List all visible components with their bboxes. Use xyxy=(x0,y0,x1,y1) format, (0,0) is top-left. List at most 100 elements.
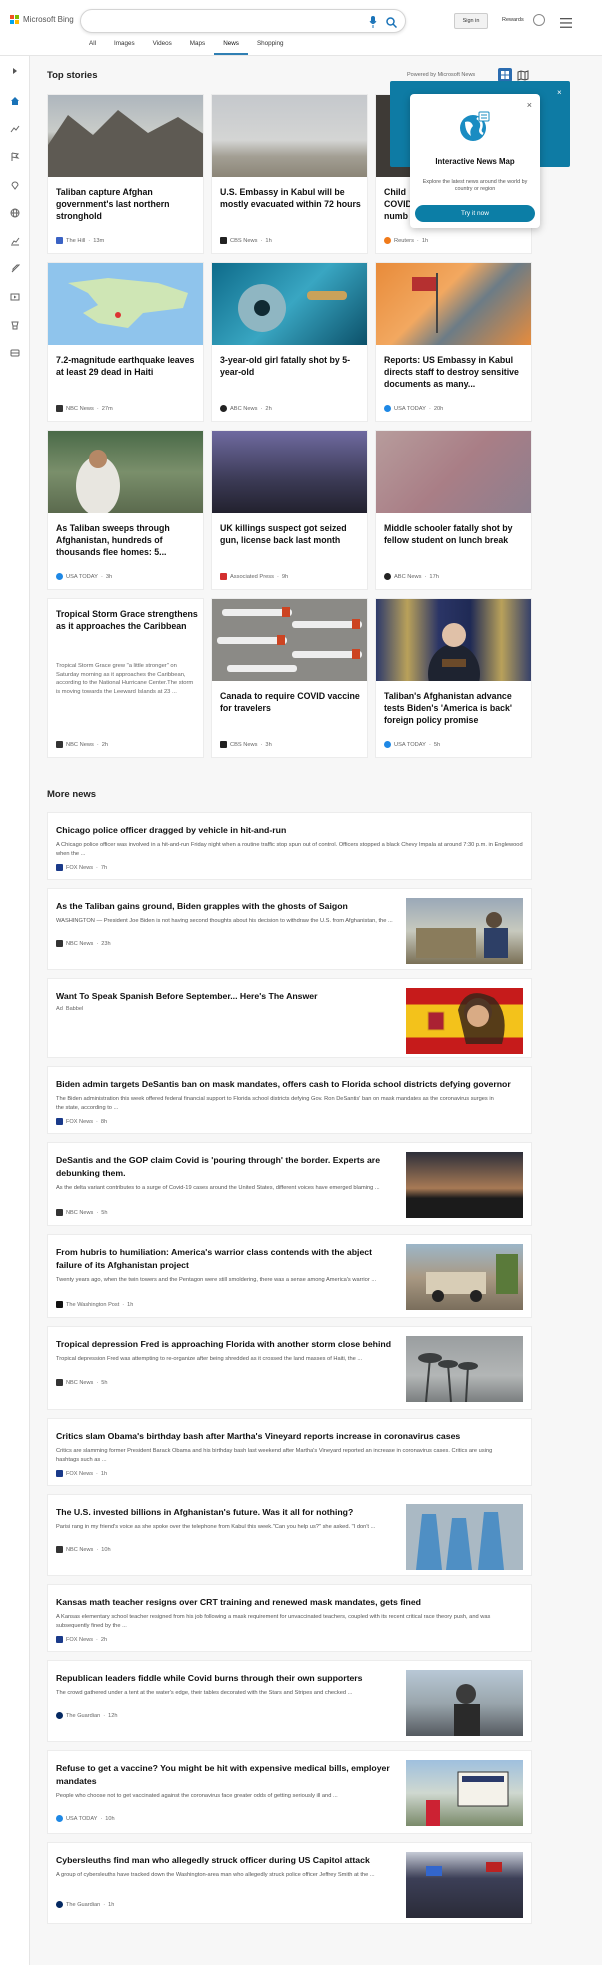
story-source: USA TODAY · 20h xyxy=(384,405,443,412)
news-title[interactable]: Cybersleuths find man who allegedly stru… xyxy=(56,1854,396,1867)
try-it-now-button[interactable]: Try it now xyxy=(415,205,535,222)
story-card[interactable]: Taliban capture Afghan government's last… xyxy=(47,94,204,254)
sign-in-button[interactable]: Sign in xyxy=(454,13,488,29)
tab-maps[interactable]: Maps xyxy=(181,39,214,55)
news-title[interactable]: Chicago police officer dragged by vehicl… xyxy=(56,824,516,837)
flag-icon[interactable] xyxy=(10,152,20,162)
news-item[interactable]: Republican leaders fiddle while Covid bu… xyxy=(47,1660,532,1742)
story-title[interactable]: Tropical Storm Grace strengthens as it a… xyxy=(56,608,198,632)
popup-close-icon[interactable]: × xyxy=(527,100,532,110)
story-card[interactable]: U.S. Embassy in Kabul will be mostly eva… xyxy=(211,94,368,254)
news-description: A group of cybersleuths have tracked dow… xyxy=(56,1872,375,1878)
trending-icon[interactable] xyxy=(10,124,20,134)
tab-images[interactable]: Images xyxy=(105,39,144,55)
the-hill-logo-icon xyxy=(56,237,63,244)
story-title[interactable]: Taliban capture Afghan government's last… xyxy=(56,186,198,222)
story-title[interactable]: Reports: US Embassy in Kabul directs sta… xyxy=(384,354,526,390)
story-source: Reuters · 1h xyxy=(384,237,428,244)
news-item[interactable]: DeSantis and the GOP claim Covid is 'pou… xyxy=(47,1142,532,1226)
news-item[interactable]: From hubris to humiliation: America's wa… xyxy=(47,1234,532,1318)
news-item[interactable]: Refuse to get a vaccine? You might be hi… xyxy=(47,1750,532,1834)
rewards-link[interactable]: Rewards xyxy=(502,17,524,23)
story-card[interactable]: Tropical Storm Grace strengthens as it a… xyxy=(47,598,204,758)
search-icon[interactable] xyxy=(386,15,398,33)
news-source: FOX News · 7h xyxy=(56,864,107,871)
story-card[interactable]: UK killings suspect got seized gun, lice… xyxy=(211,430,368,590)
story-source: ABC News · 2h xyxy=(220,405,272,412)
news-source: NBC News · 10h xyxy=(56,1546,111,1553)
news-item[interactable]: Chicago police officer dragged by vehicl… xyxy=(47,812,532,880)
location-pin-icon[interactable] xyxy=(10,180,20,190)
story-title[interactable]: UK killings suspect got seized gun, lice… xyxy=(220,522,362,546)
entertainment-icon[interactable] xyxy=(10,292,20,302)
chart-icon[interactable] xyxy=(10,236,20,246)
story-title[interactable]: As Taliban sweeps through Afghanistan, h… xyxy=(56,522,198,558)
story-card[interactable]: Canada to require COVID vaccine for trav… xyxy=(211,598,368,758)
ad-item[interactable]: Want To Speak Spanish Before September..… xyxy=(47,978,532,1058)
news-title[interactable]: Republican leaders fiddle while Covid bu… xyxy=(56,1672,396,1685)
tab-all[interactable]: All xyxy=(80,39,105,55)
search-input[interactable] xyxy=(80,9,406,33)
news-title[interactable]: Tropical depression Fred is approaching … xyxy=(56,1338,396,1351)
story-title[interactable]: Taliban's Afghanistan advance tests Bide… xyxy=(384,690,526,726)
news-item[interactable]: Biden admin targets DeSantis ban on mask… xyxy=(47,1066,532,1134)
story-image-embassy xyxy=(376,263,531,345)
news-title[interactable]: Refuse to get a vaccine? You might be hi… xyxy=(56,1762,396,1788)
story-card[interactable]: 7.2-magnitude earthquake leaves at least… xyxy=(47,262,204,422)
banner-close-icon[interactable]: × xyxy=(557,88,562,97)
news-item[interactable]: The U.S. invested billions in Afghanista… xyxy=(47,1494,532,1576)
hamburger-menu-icon[interactable] xyxy=(560,15,572,33)
story-card[interactable]: Middle schooler fatally shot by fellow s… xyxy=(375,430,532,590)
news-item[interactable]: Tropical depression Fred is approaching … xyxy=(47,1326,532,1410)
map-view-icon[interactable] xyxy=(516,68,530,82)
microphone-icon[interactable] xyxy=(369,15,377,33)
news-item[interactable]: Cybersleuths find man who allegedly stru… xyxy=(47,1842,532,1924)
story-title[interactable]: Child COVID numb xyxy=(384,186,412,222)
news-title[interactable]: The U.S. invested billions in Afghanista… xyxy=(56,1506,396,1519)
rocket-icon[interactable] xyxy=(10,264,20,274)
story-source: NBC News · 27m xyxy=(56,405,113,412)
news-title[interactable]: Kansas math teacher resigns over CRT tra… xyxy=(56,1596,526,1609)
usa-today-logo-icon xyxy=(56,1815,63,1822)
news-item[interactable]: Critics slam Obama's birthday bash after… xyxy=(47,1418,532,1486)
news-title[interactable]: Biden admin targets DeSantis ban on mask… xyxy=(56,1078,526,1091)
ad-thumbnail-spain-flag xyxy=(406,988,523,1054)
grid-view-icon[interactable] xyxy=(498,68,512,82)
globe-icon[interactable] xyxy=(10,208,20,218)
bing-logo[interactable]: Microsoft Bing xyxy=(10,15,74,24)
ad-title[interactable]: Want To Speak Spanish Before September..… xyxy=(56,990,396,1003)
story-title[interactable]: Canada to require COVID vaccine for trav… xyxy=(220,690,362,714)
news-title[interactable]: As the Taliban gains ground, Biden grapp… xyxy=(56,900,396,913)
news-thumbnail-burqas xyxy=(406,1504,523,1570)
news-item[interactable]: Kansas math teacher resigns over CRT tra… xyxy=(47,1584,532,1652)
tab-videos[interactable]: Videos xyxy=(144,39,181,55)
home-icon[interactable] xyxy=(10,96,20,106)
story-title[interactable]: 3-year-old girl fatally shot by 5-year-o… xyxy=(220,354,362,378)
story-title[interactable]: 7.2-magnitude earthquake leaves at least… xyxy=(56,354,198,378)
story-title[interactable]: Middle schooler fatally shot by fellow s… xyxy=(384,522,526,546)
nbc-news-logo-icon xyxy=(56,1379,63,1386)
story-card[interactable]: Reports: US Embassy in Kabul directs sta… xyxy=(375,262,532,422)
news-description: People who choose not to get vaccinated … xyxy=(56,1793,338,1799)
sports-icon[interactable] xyxy=(10,320,20,330)
tab-shopping[interactable]: Shopping xyxy=(248,39,293,55)
news-thumbnail-truck xyxy=(406,1244,523,1310)
tab-news[interactable]: News xyxy=(214,39,248,55)
news-title[interactable]: DeSantis and the GOP claim Covid is 'pou… xyxy=(56,1154,396,1180)
story-card[interactable]: 3-year-old girl fatally shot by 5-year-o… xyxy=(211,262,368,422)
fox-news-logo-icon xyxy=(56,1118,63,1125)
rewards-trophy-icon[interactable] xyxy=(533,14,545,26)
story-card[interactable]: As Taliban sweeps through Afghanistan, h… xyxy=(47,430,204,590)
news-description: A Kansas elementary school teacher resig… xyxy=(56,1614,491,1629)
news-item[interactable]: As the Taliban gains ground, Biden grapp… xyxy=(47,888,532,970)
news-title[interactable]: Critics slam Obama's birthday bash after… xyxy=(56,1430,526,1443)
fox-news-logo-icon xyxy=(56,864,63,871)
expand-sidebar-icon[interactable] xyxy=(10,66,20,76)
more-categories-icon[interactable] xyxy=(10,348,20,358)
story-card[interactable]: Taliban's Afghanistan advance tests Bide… xyxy=(375,598,532,758)
story-source: ABC News · 17h xyxy=(384,573,439,580)
story-title[interactable]: U.S. Embassy in Kabul will be mostly eva… xyxy=(220,186,362,210)
news-title[interactable]: From hubris to humiliation: America's wa… xyxy=(56,1246,396,1272)
more-news-heading: More news xyxy=(47,789,97,800)
globe-map-icon xyxy=(460,111,490,141)
